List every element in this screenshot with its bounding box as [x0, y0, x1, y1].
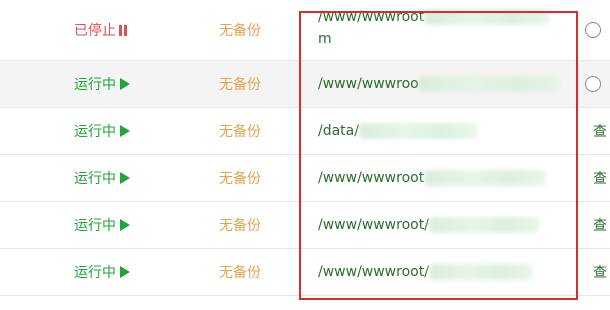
pause-icon: [119, 24, 127, 36]
backup-link[interactable]: 无备份: [219, 121, 261, 141]
status-label: 已停止: [74, 23, 116, 39]
path-text: /www/wwwroot/: [318, 264, 429, 280]
path-link[interactable]: /www/wwwroot: [318, 167, 558, 189]
table-row: 运行中 无备份 /www/wwwroot/ 查: [0, 202, 610, 249]
view-link[interactable]: 查: [593, 121, 607, 141]
redacted-blur: [424, 170, 547, 186]
play-icon: [120, 266, 130, 278]
backup-link[interactable]: 无备份: [219, 20, 261, 40]
path-link[interactable]: /data/: [318, 120, 558, 142]
status-label: 运行中: [74, 77, 116, 93]
status-label: 运行中: [74, 218, 116, 234]
play-icon: [120, 172, 130, 184]
path-text: /www/wwwroo: [318, 76, 419, 92]
play-icon: [120, 78, 130, 90]
play-icon: [120, 125, 130, 137]
table-row: 运行中 无备份 /www/wwwroot 查: [0, 155, 610, 202]
view-link[interactable]: 查: [593, 215, 607, 235]
status-toggle[interactable]: 运行中: [74, 215, 130, 235]
table-row: 运行中 无备份 /www/wwwroot/ 查: [0, 249, 610, 296]
view-link[interactable]: 查: [593, 168, 607, 188]
view-link[interactable]: 查: [593, 262, 607, 282]
table-row: 已停止 无备份 /www/wwwroot m: [0, 0, 610, 61]
status-toggle[interactable]: 运行中: [74, 168, 130, 188]
status-toggle[interactable]: 运行中: [74, 262, 130, 282]
status-label: 运行中: [74, 265, 116, 281]
path-link[interactable]: /www/wwwroot/: [318, 261, 558, 283]
site-table: 已停止 无备份 /www/wwwroot m 运行中 无备份 /www/wwwr…: [0, 0, 610, 296]
redacted-blur: [428, 264, 533, 280]
table-row: 运行中 无备份 /data/ 查: [0, 108, 610, 155]
status-toggle[interactable]: 已停止: [74, 20, 127, 40]
path-link[interactable]: /www/wwwroot/: [318, 214, 558, 236]
redacted-blur: [358, 123, 477, 139]
redacted-blur: [418, 76, 561, 92]
path-link[interactable]: /www/wwwroo: [318, 73, 561, 95]
backup-link[interactable]: 无备份: [219, 168, 261, 188]
backup-link[interactable]: 无备份: [219, 215, 261, 235]
backup-link[interactable]: 无备份: [219, 262, 261, 282]
status-label: 运行中: [74, 171, 116, 187]
table-row: 运行中 无备份 /www/wwwroo: [0, 61, 610, 108]
path-tail: m: [318, 31, 332, 47]
redacted-blur: [428, 217, 539, 233]
path-text: /www/wwwroot/: [318, 217, 429, 233]
status-toggle[interactable]: 运行中: [74, 74, 130, 94]
status-toggle[interactable]: 运行中: [74, 121, 130, 141]
path-text: /www/wwwroot: [318, 170, 425, 186]
path-link[interactable]: /www/wwwroot m: [318, 6, 558, 50]
backup-link[interactable]: 无备份: [219, 74, 261, 94]
redacted-blur: [424, 9, 551, 25]
row-action-icon[interactable]: [585, 22, 601, 38]
row-action-icon[interactable]: [585, 76, 601, 92]
play-icon: [120, 219, 130, 231]
path-text: /www/wwwroot: [318, 9, 425, 25]
path-text: /data/: [318, 123, 359, 139]
status-label: 运行中: [74, 124, 116, 140]
